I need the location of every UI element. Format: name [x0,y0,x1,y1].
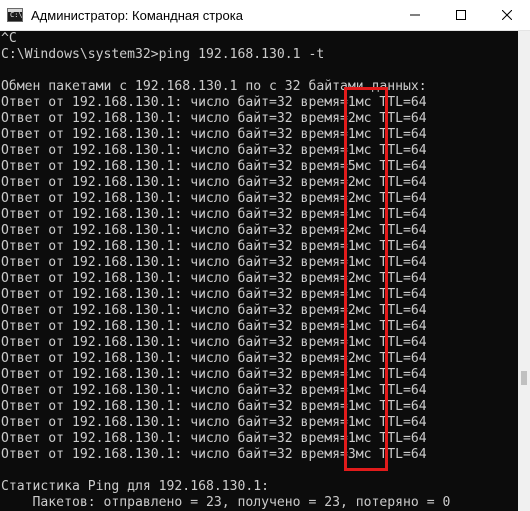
minimize-button[interactable] [392,0,438,30]
console-line: Ответ от 192.168.130.1: число байт=32 вр… [1,303,427,318]
console-line: Ответ от 192.168.130.1: число байт=32 вр… [1,287,427,302]
console-line: Ответ от 192.168.130.1: число байт=32 вр… [1,431,427,446]
console-line: ^C [1,31,17,46]
console-line: Ответ от 192.168.130.1: число байт=32 вр… [1,335,427,350]
vertical-scrollbar[interactable] [518,31,530,511]
cmd-icon[interactable]: C:\ [7,8,23,22]
console-line: Ответ от 192.168.130.1: число байт=32 вр… [1,111,427,126]
maximize-icon [456,10,466,20]
console-line: Ответ от 192.168.130.1: число байт=32 вр… [1,95,427,110]
console-line: Ответ от 192.168.130.1: число байт=32 вр… [1,383,427,398]
close-button[interactable] [484,0,530,30]
console-line: Пакетов: отправлено = 23, получено = 23,… [1,495,451,510]
console-line: Ответ от 192.168.130.1: число байт=32 вр… [1,159,427,174]
window-title: Администратор: Командная строка [31,7,243,23]
console-line: Обмен пакетами с 192.168.130.1 по с 32 б… [1,79,427,94]
console-line: Ответ от 192.168.130.1: число байт=32 вр… [1,223,427,238]
console-line: Ответ от 192.168.130.1: число байт=32 вр… [1,351,427,366]
close-icon [502,10,512,20]
console-line: Ответ от 192.168.130.1: число байт=32 вр… [1,207,427,222]
title-bar[interactable]: C:\ Администратор: Командная строка [0,0,530,31]
console-line: Ответ от 192.168.130.1: число байт=32 вр… [1,447,427,462]
minimize-icon [410,14,420,16]
console-line: Ответ от 192.168.130.1: число байт=32 вр… [1,399,427,414]
scrollbar-thumb[interactable] [521,371,527,385]
console-line: Ответ от 192.168.130.1: число байт=32 вр… [1,127,427,142]
console-line: Ответ от 192.168.130.1: число байт=32 вр… [1,175,427,190]
console-line: Ответ от 192.168.130.1: число байт=32 вр… [1,191,427,206]
console-line: Статистика Ping для 192.168.130.1: [1,479,270,494]
console-line: Ответ от 192.168.130.1: число байт=32 вр… [1,239,427,254]
console-line: Ответ от 192.168.130.1: число байт=32 вр… [1,143,427,158]
console-line: Ответ от 192.168.130.1: число байт=32 вр… [1,271,427,286]
console-line: Ответ от 192.168.130.1: число байт=32 вр… [1,367,427,382]
command-prompt-window: C:\ Администратор: Командная строка ^C C:… [0,0,530,511]
console-line: Ответ от 192.168.130.1: число байт=32 вр… [1,415,427,430]
console-line: Ответ от 192.168.130.1: число байт=32 вр… [1,255,427,270]
maximize-button[interactable] [438,0,484,30]
console-line: Ответ от 192.168.130.1: число байт=32 вр… [1,319,427,334]
console-line: C:\Windows\system32>ping 192.168.130.1 -… [1,47,325,62]
console-output[interactable]: ^C C:\Windows\system32>ping 192.168.130.1… [0,31,518,511]
